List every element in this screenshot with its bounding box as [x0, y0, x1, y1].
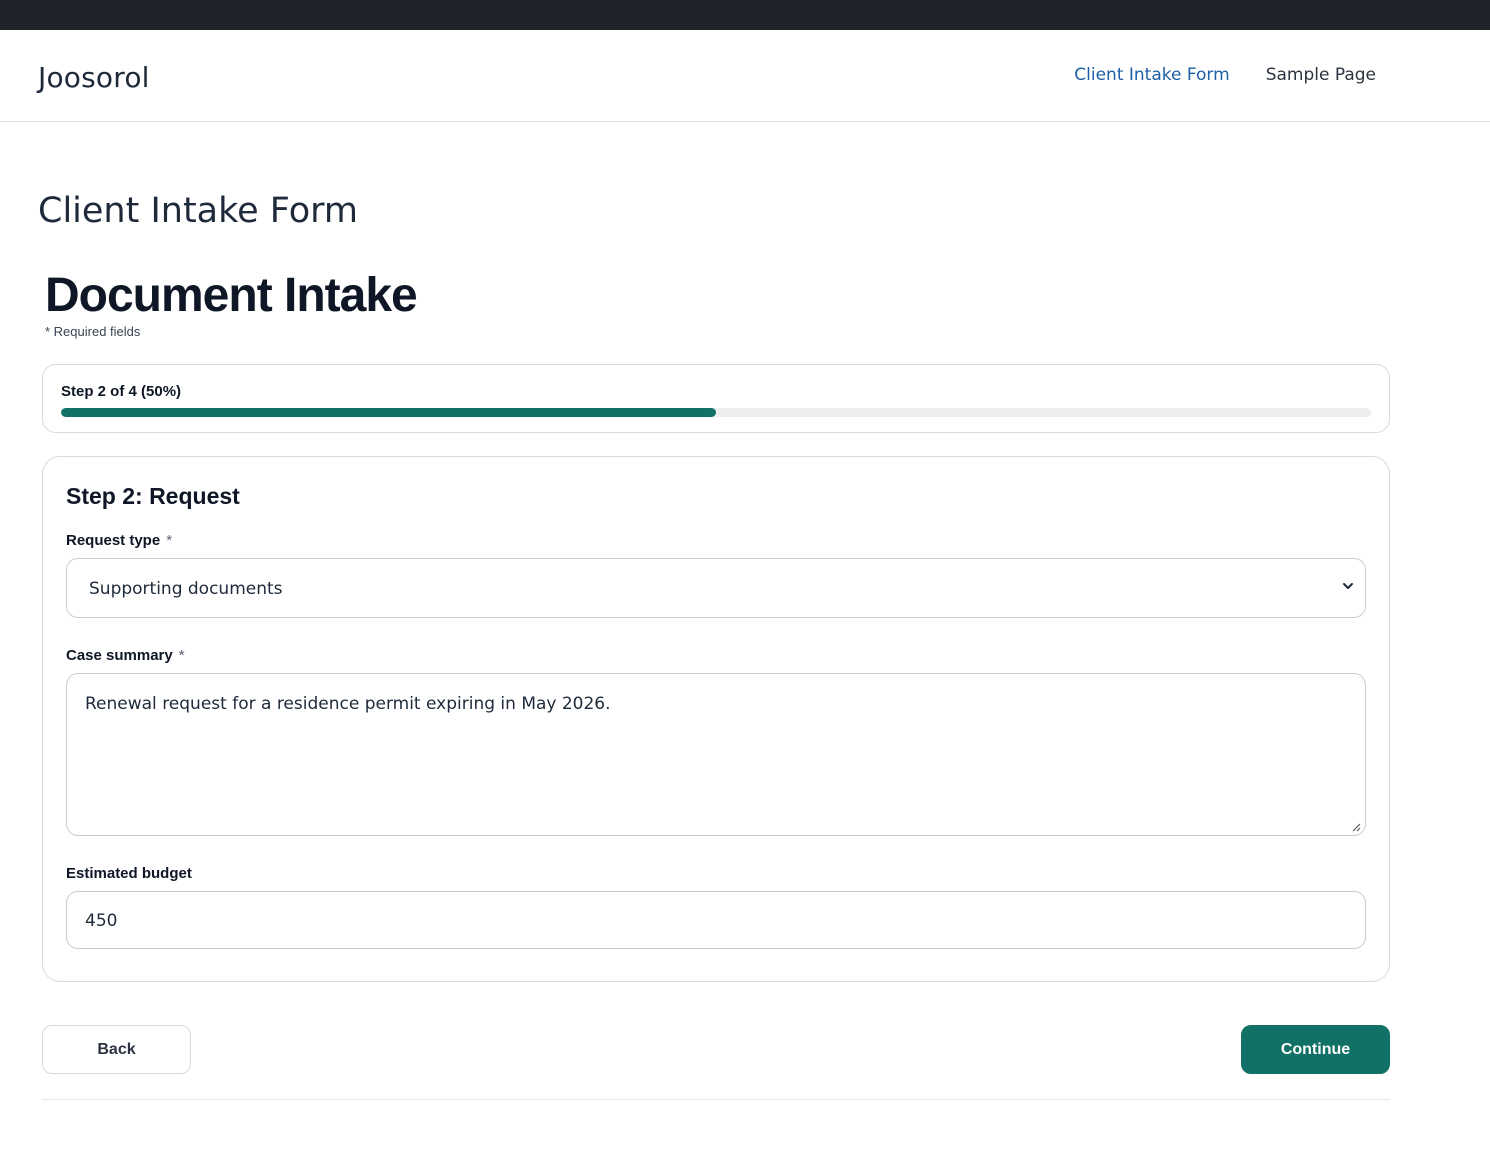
main-nav: Client Intake Form Sample Page	[1074, 65, 1376, 85]
case-summary-textarea[interactable]: Renewal request for a residence permit e…	[66, 673, 1366, 836]
request-type-select[interactable]: Supporting documents	[66, 558, 1366, 618]
browser-top-bar	[0, 0, 1490, 30]
step-heading: Step 2: Request	[66, 483, 240, 509]
site-title[interactable]: Joosorol	[38, 61, 150, 94]
progress-card: Step 2 of 4 (50%)	[42, 364, 1390, 433]
resize-handle-icon[interactable]	[1351, 822, 1361, 832]
progress-track	[61, 408, 1371, 417]
continue-button[interactable]: Continue	[1241, 1025, 1390, 1074]
request-type-label-text: Request type	[66, 532, 161, 549]
estimated-budget-label: Estimated budget	[66, 865, 192, 882]
form-title: Document Intake	[45, 269, 418, 322]
case-summary-label: Case summary *	[66, 647, 185, 664]
case-summary-label-text: Case summary	[66, 647, 173, 664]
progress-label: Step 2 of 4 (50%)	[61, 383, 182, 400]
estimated-budget-value: 450	[85, 911, 118, 931]
request-type-label: Request type *	[66, 532, 172, 549]
bottom-divider	[42, 1099, 1390, 1100]
request-type-selected-value: Supporting documents	[89, 579, 283, 599]
site-header: Joosorol Client Intake Form Sample Page	[0, 30, 1490, 122]
estimated-budget-input[interactable]: 450	[66, 891, 1366, 949]
required-mark: *	[178, 647, 185, 664]
required-mark: *	[166, 532, 173, 549]
required-fields-note: * Required fields	[45, 324, 141, 339]
case-summary-value: Renewal request for a residence permit e…	[85, 694, 611, 714]
step-card: Step 2: Request Request type * Supporting…	[42, 456, 1390, 982]
nav-link-client-intake-form[interactable]: Client Intake Form	[1074, 65, 1229, 85]
progress-fill	[61, 408, 716, 417]
nav-link-sample-page[interactable]: Sample Page	[1266, 65, 1376, 85]
page-title: Client Intake Form	[38, 191, 358, 231]
chevron-down-icon	[1343, 583, 1353, 589]
back-button[interactable]: Back	[42, 1025, 191, 1074]
